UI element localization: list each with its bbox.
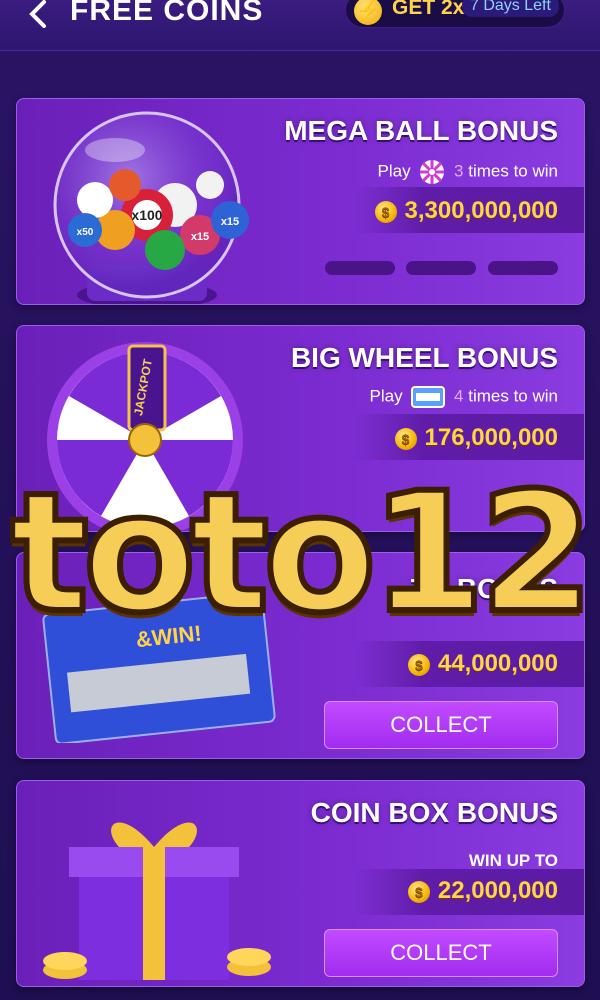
coin-box-bonus-card[interactable]: COIN BOX BONUS WIN UP TO $22,000,000 COL… — [16, 780, 585, 987]
ball-label: x15 — [221, 216, 239, 228]
page-title: FREE COINS — [70, 0, 264, 27]
pinwheel-icon — [420, 160, 445, 184]
coin-box-title: COIN BOX BONUS — [310, 797, 558, 828]
top-bar: FREE COINS ⚡ GET 2x 7 Days Left — [0, 0, 600, 51]
times-count: 4 — [454, 386, 464, 406]
coin-icon: $ — [407, 653, 430, 676]
times-suffix: times to win — [468, 386, 558, 406]
ball-label: x100 — [131, 207, 162, 223]
ball-label: x15 — [191, 231, 209, 243]
play-prefix: Play — [377, 161, 411, 181]
times-count: 3 — [454, 161, 464, 181]
big-wheel-amount: $176,000,000 — [394, 424, 558, 452]
times-suffix: times to win — [468, 161, 558, 181]
amount-value: 176,000,000 — [424, 424, 558, 451]
play-prefix: Play — [369, 386, 403, 406]
mega-ball-amount: $3,300,000,000 — [374, 197, 558, 225]
big-wheel-play-requirement: Play 4 times to win — [369, 386, 558, 408]
coin-icon: $ — [407, 880, 430, 903]
amount-value: 22,000,000 — [437, 877, 558, 904]
mega-ball-bonus-card[interactable]: x100 x15 x15 x50 MEGA BALL BONUS Play 3 … — [16, 98, 585, 305]
mega-ball-title: MEGA BALL BONUS — [284, 115, 558, 146]
progress-segment — [325, 261, 395, 275]
back-arrow-icon[interactable] — [24, 0, 54, 32]
coin-icon: $ — [394, 427, 417, 450]
amount-value: 44,000,000 — [437, 650, 558, 677]
coin-icon: $ — [374, 200, 397, 223]
gift-box-image — [43, 822, 271, 980]
promo-label: GET 2x — [392, 0, 465, 19]
mega-ball-play-requirement: Play 3 times to win — [377, 159, 558, 185]
amount-value: 3,300,000,000 — [404, 197, 558, 224]
progress-segment — [488, 261, 558, 275]
coin-box-collect-button[interactable]: COLLECT — [324, 929, 558, 977]
progress-segment — [406, 261, 476, 275]
big-wheel-title: BIG WHEEL BONUS — [290, 342, 558, 373]
ball-label: x50 — [77, 227, 94, 238]
double-promo-badge[interactable]: ⚡ GET 2x 7 Days Left — [345, 0, 565, 28]
lightning-icon: ⚡ — [354, 0, 382, 25]
scratch-amount: $44,000,000 — [407, 650, 558, 678]
scratch-collect-button[interactable]: COLLECT — [324, 701, 558, 749]
toto12-watermark: toto12 — [10, 458, 590, 648]
promo-days-left: 7 Days Left — [462, 0, 559, 17]
mega-ball-globe-image: x100 x15 x15 x50 — [53, 111, 249, 304]
win-up-to-label: WIN UP TO — [468, 851, 558, 870]
slot-machine-icon — [411, 386, 446, 408]
coin-box-amount: $22,000,000 — [407, 877, 558, 905]
